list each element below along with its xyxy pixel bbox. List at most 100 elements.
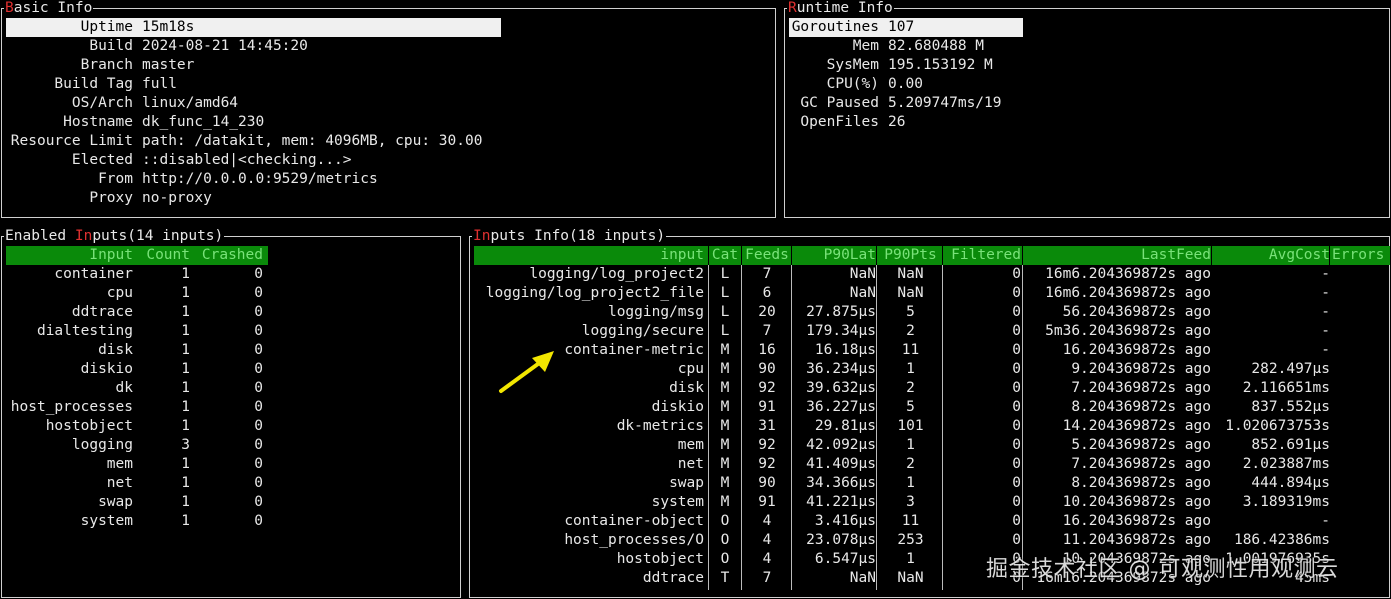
input-input-cell: ddtrace [642, 570, 704, 586]
basic-info-value: linux/amd64 [142, 95, 239, 111]
enabled-input-name: ddtrace [71, 304, 133, 320]
input-info-row[interactable]: logging/secure L 7 179.34µs 2 0 5m36.204369872… [474, 322, 1389, 341]
runtime-info-title: Runtime Info [787, 0, 894, 18]
input-p90pts-cell: NaN [897, 570, 924, 586]
enabled-input-name: cpu [106, 285, 133, 301]
runtime-info-value: 195.153192 M [888, 57, 993, 73]
enabled-input-crashed: 0 [254, 285, 263, 301]
basic-info-row: Resource Limit path: /datakit, mem: 4096M… [2, 132, 775, 151]
input-avgcost-cell: - [1321, 513, 1330, 529]
header-p90lat[interactable]: P90Lat [794, 246, 876, 265]
input-lastfeed-cell: 5.204369872s ago [1071, 437, 1211, 453]
enabled-input-row[interactable]: system 1 0 [6, 512, 460, 531]
input-avgcost-cell: 444.894µs [1251, 475, 1330, 491]
input-p90pts-cell: NaN [897, 285, 924, 301]
input-info-row[interactable]: mem M 92 42.092µs 1 0 5.204369872s ago 852.691µ… [474, 436, 1389, 455]
enabled-input-row[interactable]: host_processes 1 0 [6, 398, 460, 417]
enabled-input-name: system [80, 513, 133, 529]
header-cat[interactable]: Cat [711, 246, 739, 265]
input-input-cell: logging/log_project2_file [485, 285, 704, 301]
input-info-row[interactable]: disk M 92 39.632µs 2 0 7.204369872s ago 2.11665… [474, 379, 1389, 398]
basic-info-label: Hostname [63, 114, 133, 130]
input-p90lat-cell: NaN [849, 285, 876, 301]
input-p90pts-cell: 2 [906, 456, 915, 472]
basic-info-label: Elected [71, 152, 133, 168]
input-avgcost-cell: 2.023887ms [1242, 456, 1330, 472]
input-info-row[interactable]: dk-metrics M 31 29.81µs 101 0 14.204369872s ag… [474, 417, 1389, 436]
input-p90pts-cell: 2 [906, 323, 915, 339]
input-input-cell: net [677, 456, 704, 472]
enabled-input-row[interactable]: swap 1 0 [6, 493, 460, 512]
input-feeds-cell: 92 [758, 456, 776, 472]
input-p90lat-cell: 41.221µs [806, 494, 876, 510]
input-p90lat-cell: 3.416µs [814, 513, 876, 529]
input-input-cell: logging/secure [581, 323, 704, 339]
enabled-input-row[interactable]: dialtesting 1 0 [6, 322, 460, 341]
input-lastfeed-cell: 11.204369872s ago [1062, 532, 1211, 548]
input-filtered-cell: 0 [1012, 399, 1021, 415]
enabled-input-name: logging [71, 437, 133, 453]
header-lastfeed[interactable]: LastFeed [1025, 246, 1211, 265]
runtime-info-row: GC Paused 5.209747ms/19 [785, 94, 1389, 113]
enabled-input-row[interactable]: container 1 0 [6, 265, 460, 284]
enabled-input-row[interactable]: ddtrace 1 0 [6, 303, 460, 322]
input-info-row[interactable]: container-metric M 16 16.18µs 11 0 16.20436987… [474, 341, 1389, 360]
header-separator [708, 246, 709, 265]
enabled-inputs-title: Enabled Inputs(14 inputs) [4, 227, 225, 246]
enabled-input-row[interactable]: disk 1 0 [6, 341, 460, 360]
header-filtered[interactable]: Filtered [945, 246, 1021, 265]
input-info-row[interactable]: logging/log_project2_file L 6 NaN NaN 0 16m6.2… [474, 284, 1389, 303]
enabled-input-count: 1 [181, 323, 190, 339]
input-feeds-cell: 92 [758, 437, 776, 453]
enabled-input-row[interactable]: diskio 1 0 [6, 360, 460, 379]
header-input[interactable]: input [474, 246, 704, 265]
input-info-row[interactable]: swap M 90 34.366µs 1 0 8.204369872s ago 444.894… [474, 474, 1389, 493]
header-crashed: Crashed [201, 247, 263, 263]
runtime-info-row: OpenFiles 26 [785, 113, 1389, 132]
enabled-input-count: 1 [181, 418, 190, 434]
runtime-info-label: SysMem [826, 57, 879, 73]
header-p90pts[interactable]: P90Pts [879, 246, 942, 265]
input-cat-cell: O [720, 532, 730, 548]
header-avgcost[interactable]: AvgCost [1214, 246, 1330, 265]
runtime-info-panel: Runtime Info Goroutines 107 Mem 82.680488 M… [784, 0, 1390, 218]
input-filtered-cell: 0 [1012, 342, 1021, 358]
input-feeds-cell: 4 [762, 532, 772, 548]
enabled-input-crashed: 0 [254, 494, 263, 510]
column-divider [791, 265, 792, 590]
basic-info-value: 2024-08-21 14:45:20 [142, 38, 308, 54]
input-filtered-cell: 0 [1012, 418, 1021, 434]
header-errors[interactable]: Errors [1332, 246, 1390, 265]
enabled-input-count: 1 [181, 361, 190, 377]
input-feeds-cell: 7 [762, 323, 772, 339]
input-info-row[interactable]: net M 92 41.409µs 2 0 7.204369872s ago 2.023887… [474, 455, 1389, 474]
enabled-input-row[interactable]: hostobject 1 0 [6, 417, 460, 436]
runtime-info-label: Goroutines [791, 19, 879, 35]
input-p90pts-cell: 1 [906, 551, 915, 567]
input-info-row[interactable]: cpu M 90 36.234µs 1 0 9.204369872s ago 282.497µ… [474, 360, 1389, 379]
input-input-cell: dk-metrics [616, 418, 704, 434]
enabled-input-row[interactable]: mem 1 0 [6, 455, 460, 474]
input-info-row[interactable]: logging/msg L 20 27.875µs 5 0 56.204369872s ag… [474, 303, 1389, 322]
basic-info-value: master [142, 57, 195, 73]
input-lastfeed-cell: 8.204369872s ago [1071, 399, 1211, 415]
input-info-row[interactable]: diskio M 91 36.227µs 5 0 8.204369872s ago 837.5… [474, 398, 1389, 417]
column-divider [942, 265, 943, 590]
enabled-input-row[interactable]: cpu 1 0 [6, 284, 460, 303]
input-p90lat-cell: NaN [849, 266, 876, 282]
input-p90lat-cell: 42.092µs [806, 437, 876, 453]
enabled-input-row[interactable]: net 1 0 [6, 474, 460, 493]
input-info-row[interactable]: system M 91 41.221µs 3 0 10.204369872s ago 3.18… [474, 493, 1389, 512]
input-p90lat-cell: 39.632µs [806, 380, 876, 396]
enabled-input-row[interactable]: logging 3 0 [6, 436, 460, 455]
input-lastfeed-cell: 5m36.204369872s ago [1045, 323, 1211, 339]
input-info-row[interactable]: logging/log_project2 L 7 NaN NaN 0 16m6.204369… [474, 265, 1389, 284]
basic-info-label: Branch [80, 57, 133, 73]
input-info-row[interactable]: host_processes/O O 4 23.078µs 253 0 11.2043698… [474, 531, 1389, 550]
basic-info-panel: Basic Info Uptime 15m18s Build 2024-08-21 1… [1, 0, 776, 218]
input-p90lat-cell: 6.547µs [814, 551, 876, 567]
input-info-row[interactable]: container-object O 4 3.416µs 11 0 16.204369872… [474, 512, 1389, 531]
header-separator [791, 246, 792, 265]
enabled-input-row[interactable]: dk 1 0 [6, 379, 460, 398]
header-feeds[interactable]: Feeds [744, 246, 790, 265]
